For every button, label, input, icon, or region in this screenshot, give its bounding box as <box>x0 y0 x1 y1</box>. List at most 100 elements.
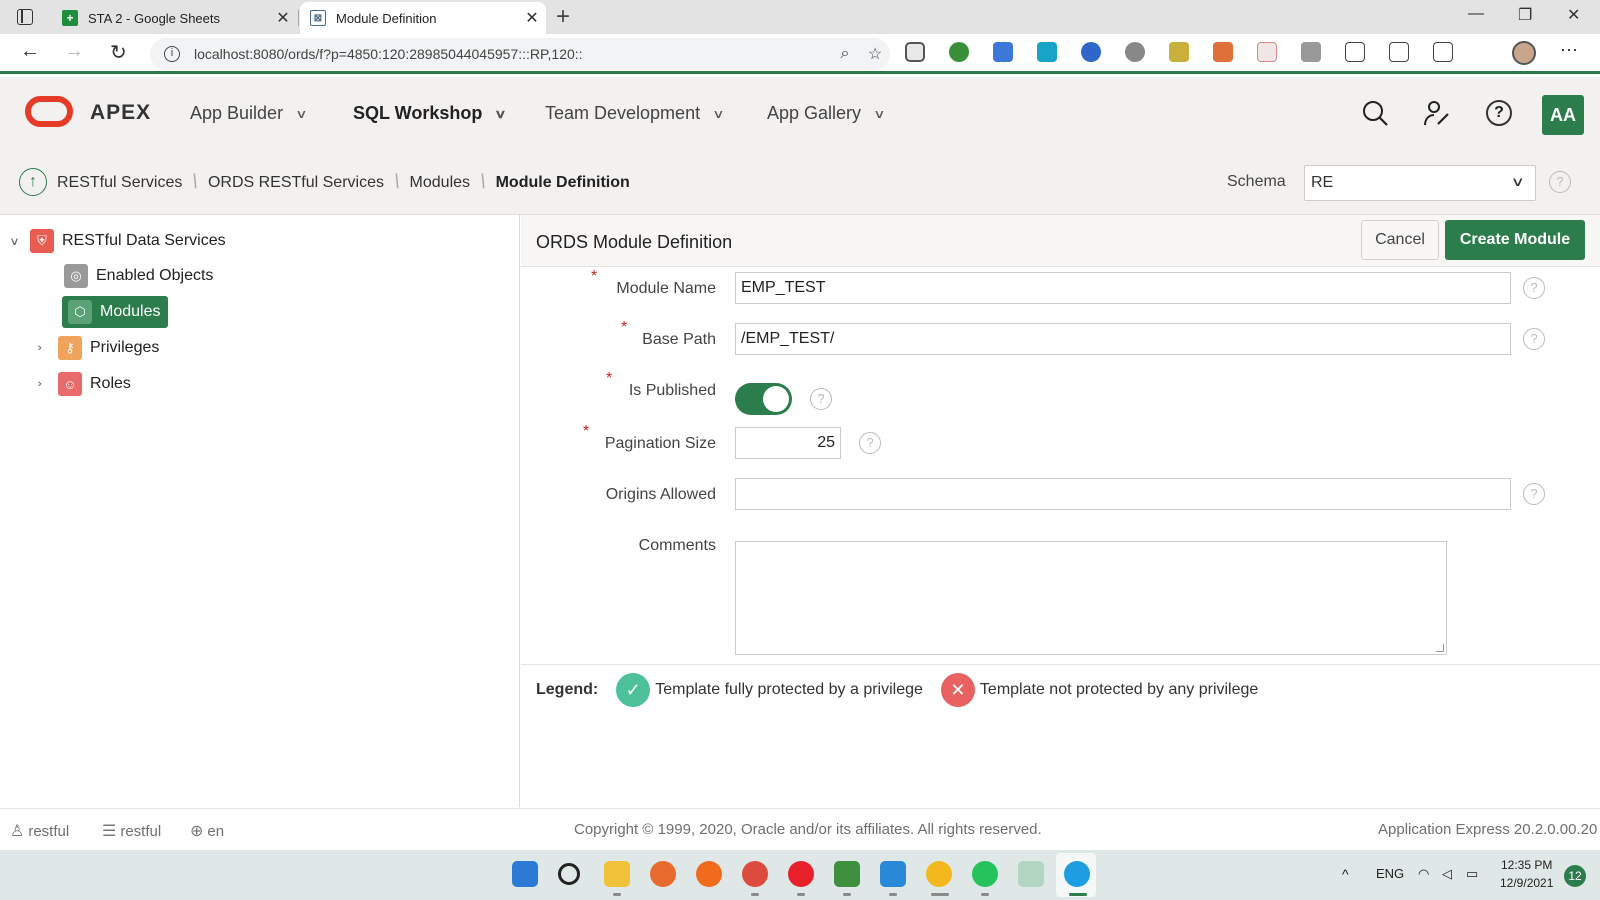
battery-icon[interactable]: ▭ <box>1466 866 1478 882</box>
comments-textarea[interactable] <box>735 541 1447 655</box>
start-icon[interactable] <box>512 861 538 887</box>
chevron-down-icon[interactable]: ∨ <box>9 235 32 248</box>
search-icon[interactable] <box>1360 98 1390 128</box>
oracle-logo[interactable] <box>25 96 73 127</box>
refresh-icon[interactable]: ↻ <box>110 40 127 65</box>
origins-allowed-help-icon[interactable]: ? <box>1523 483 1545 505</box>
url-field[interactable]: i localhost:8080/ords/f?p=4850:120:28985… <box>150 38 890 70</box>
collections-icon[interactable] <box>1433 42 1453 62</box>
soundcloud-icon[interactable] <box>696 861 722 887</box>
extensions-icon[interactable] <box>1345 42 1365 62</box>
tree-item-enabled-objects[interactable]: ◎ Enabled Objects <box>64 264 213 288</box>
create-module-button[interactable]: Create Module <box>1445 220 1585 260</box>
administration-icon[interactable] <box>1422 98 1452 128</box>
cancel-button[interactable]: Cancel <box>1361 220 1439 260</box>
minimize-button[interactable]: — <box>1468 5 1484 23</box>
more-icon[interactable]: ⋯ <box>1560 40 1578 61</box>
wifi-icon[interactable]: ◠ <box>1418 866 1429 882</box>
search-icon[interactable] <box>558 863 580 885</box>
base-path-help-icon[interactable]: ? <box>1523 328 1545 350</box>
pocket-icon[interactable] <box>905 42 925 62</box>
site-info-icon[interactable]: i <box>164 46 180 62</box>
chevron-right-icon[interactable]: › <box>37 342 60 354</box>
tab-module-definition[interactable]: ⊠ Module Definition ✕ <box>300 2 546 34</box>
extension-note-icon[interactable] <box>1257 42 1277 62</box>
tab-actions-icon[interactable] <box>17 9 33 25</box>
restore-button[interactable]: ❐ <box>1518 5 1532 25</box>
close-window-button[interactable]: ✕ <box>1567 5 1580 25</box>
user-avatar[interactable]: AA <box>1542 95 1584 135</box>
tree-item-privileges[interactable]: › ⚷ Privileges <box>37 336 159 360</box>
forward-icon[interactable]: → <box>64 40 84 63</box>
nav-app-builder[interactable]: App Builder ∨ <box>190 103 308 124</box>
breadcrumb-restful-services[interactable]: RESTful Services <box>57 174 182 192</box>
up-arrow-icon[interactable]: ↑ <box>19 168 47 196</box>
close-icon[interactable]: ✕ <box>518 8 546 28</box>
pagination-size-help-icon[interactable]: ? <box>859 432 881 454</box>
legend-divider <box>521 664 1600 665</box>
tree-item-roles[interactable]: › ☺ Roles <box>37 372 131 396</box>
profile-avatar[interactable] <box>1512 41 1536 65</box>
schema-help-icon[interactable]: ? <box>1549 171 1571 193</box>
chevron-up-icon[interactable]: ^ <box>1342 866 1349 882</box>
chevron-down-icon[interactable]: ∨ <box>295 107 307 121</box>
tab-google-sheets[interactable]: + STA 2 - Google Sheets ✕ <box>52 2 297 34</box>
nav-app-gallery[interactable]: App Gallery ∨ <box>767 103 886 124</box>
module-name-help-icon[interactable]: ? <box>1523 277 1545 299</box>
favorite-icon[interactable]: ☆ <box>860 44 890 64</box>
chevron-down-icon[interactable]: ∨ <box>873 107 885 121</box>
language-indicator[interactable]: ENG <box>1376 866 1404 881</box>
resize-handle[interactable] <box>1436 644 1444 652</box>
volume-icon[interactable]: ◁ <box>1442 866 1452 882</box>
chevron-right-icon[interactable]: › <box>37 378 60 390</box>
close-icon[interactable]: ✕ <box>269 8 297 28</box>
help-icon[interactable]: ? <box>1484 98 1514 128</box>
notification-badge[interactable]: 12 <box>1564 865 1586 887</box>
file-explorer-icon[interactable] <box>604 861 630 887</box>
extension-puzzle-icon[interactable] <box>1169 42 1189 62</box>
required-indicator: * <box>591 268 598 285</box>
pagination-size-input[interactable] <box>735 427 841 459</box>
back-icon[interactable]: ← <box>20 40 40 63</box>
nav-team-development[interactable]: Team Development ∨ <box>545 103 725 124</box>
origins-allowed-input[interactable] <box>735 478 1511 510</box>
media-app-icon[interactable] <box>1018 861 1044 887</box>
windows-taskbar: ^ ENG ◠ ◁ ▭ 12:35 PM 12/9/2021 12 <box>0 850 1600 900</box>
whatsapp-icon[interactable] <box>972 861 998 887</box>
translate-icon[interactable] <box>993 42 1013 62</box>
is-published-toggle[interactable] <box>735 383 792 415</box>
extension-screen-icon[interactable] <box>1037 42 1057 62</box>
breadcrumb-modules[interactable]: Modules <box>410 174 470 192</box>
tree-item-modules[interactable]: ⬡ Modules <box>62 296 169 328</box>
system-clock[interactable]: 12:35 PM 12/9/2021 <box>1500 856 1553 892</box>
opera-icon[interactable] <box>788 861 814 887</box>
nav-label: App Builder <box>190 103 284 123</box>
module-name-input[interactable] <box>735 272 1511 304</box>
is-published-help-icon[interactable]: ? <box>810 388 832 410</box>
extension-globe-icon[interactable] <box>949 42 969 62</box>
zoom-icon[interactable]: ⌕ <box>830 45 860 63</box>
chrome-icon[interactable] <box>742 861 768 887</box>
url-text[interactable]: localhost:8080/ords/f?p=4850:120:2898504… <box>194 46 830 62</box>
favorites-icon[interactable] <box>1389 42 1409 62</box>
navigation-tree: ∨ ⛨ RESTful Data Services ◎ Enabled Obje… <box>0 215 520 807</box>
extension-gear-icon[interactable] <box>1081 42 1101 62</box>
apex-brand[interactable]: APEX <box>90 101 151 125</box>
footer-language[interactable]: ⊕ en <box>190 821 224 841</box>
base-path-input[interactable] <box>735 323 1511 355</box>
tree-root-restful-data-services[interactable]: ∨ ⛨ RESTful Data Services <box>9 229 226 253</box>
extension-cog-icon[interactable] <box>1125 42 1145 62</box>
chevron-down-icon[interactable]: ∨ <box>712 107 724 121</box>
edge-icon[interactable] <box>1064 861 1090 887</box>
new-tab-button[interactable]: + <box>556 3 570 31</box>
nav-sql-workshop[interactable]: SQL Workshop ∨ <box>353 103 507 124</box>
chevron-down-icon[interactable]: ∨ <box>495 107 507 121</box>
extension-color-icon[interactable] <box>1213 42 1233 62</box>
extension-copy-icon[interactable] <box>1301 42 1321 62</box>
remote-desktop-icon[interactable] <box>880 861 906 887</box>
schema-select[interactable]: RE ∨ <box>1304 165 1536 201</box>
firefox-icon[interactable] <box>650 861 676 887</box>
breadcrumb-ords-restful-services[interactable]: ORDS RESTful Services <box>208 174 384 192</box>
spreadsheet-app-icon[interactable] <box>834 861 860 887</box>
avast-icon[interactable] <box>926 861 952 887</box>
